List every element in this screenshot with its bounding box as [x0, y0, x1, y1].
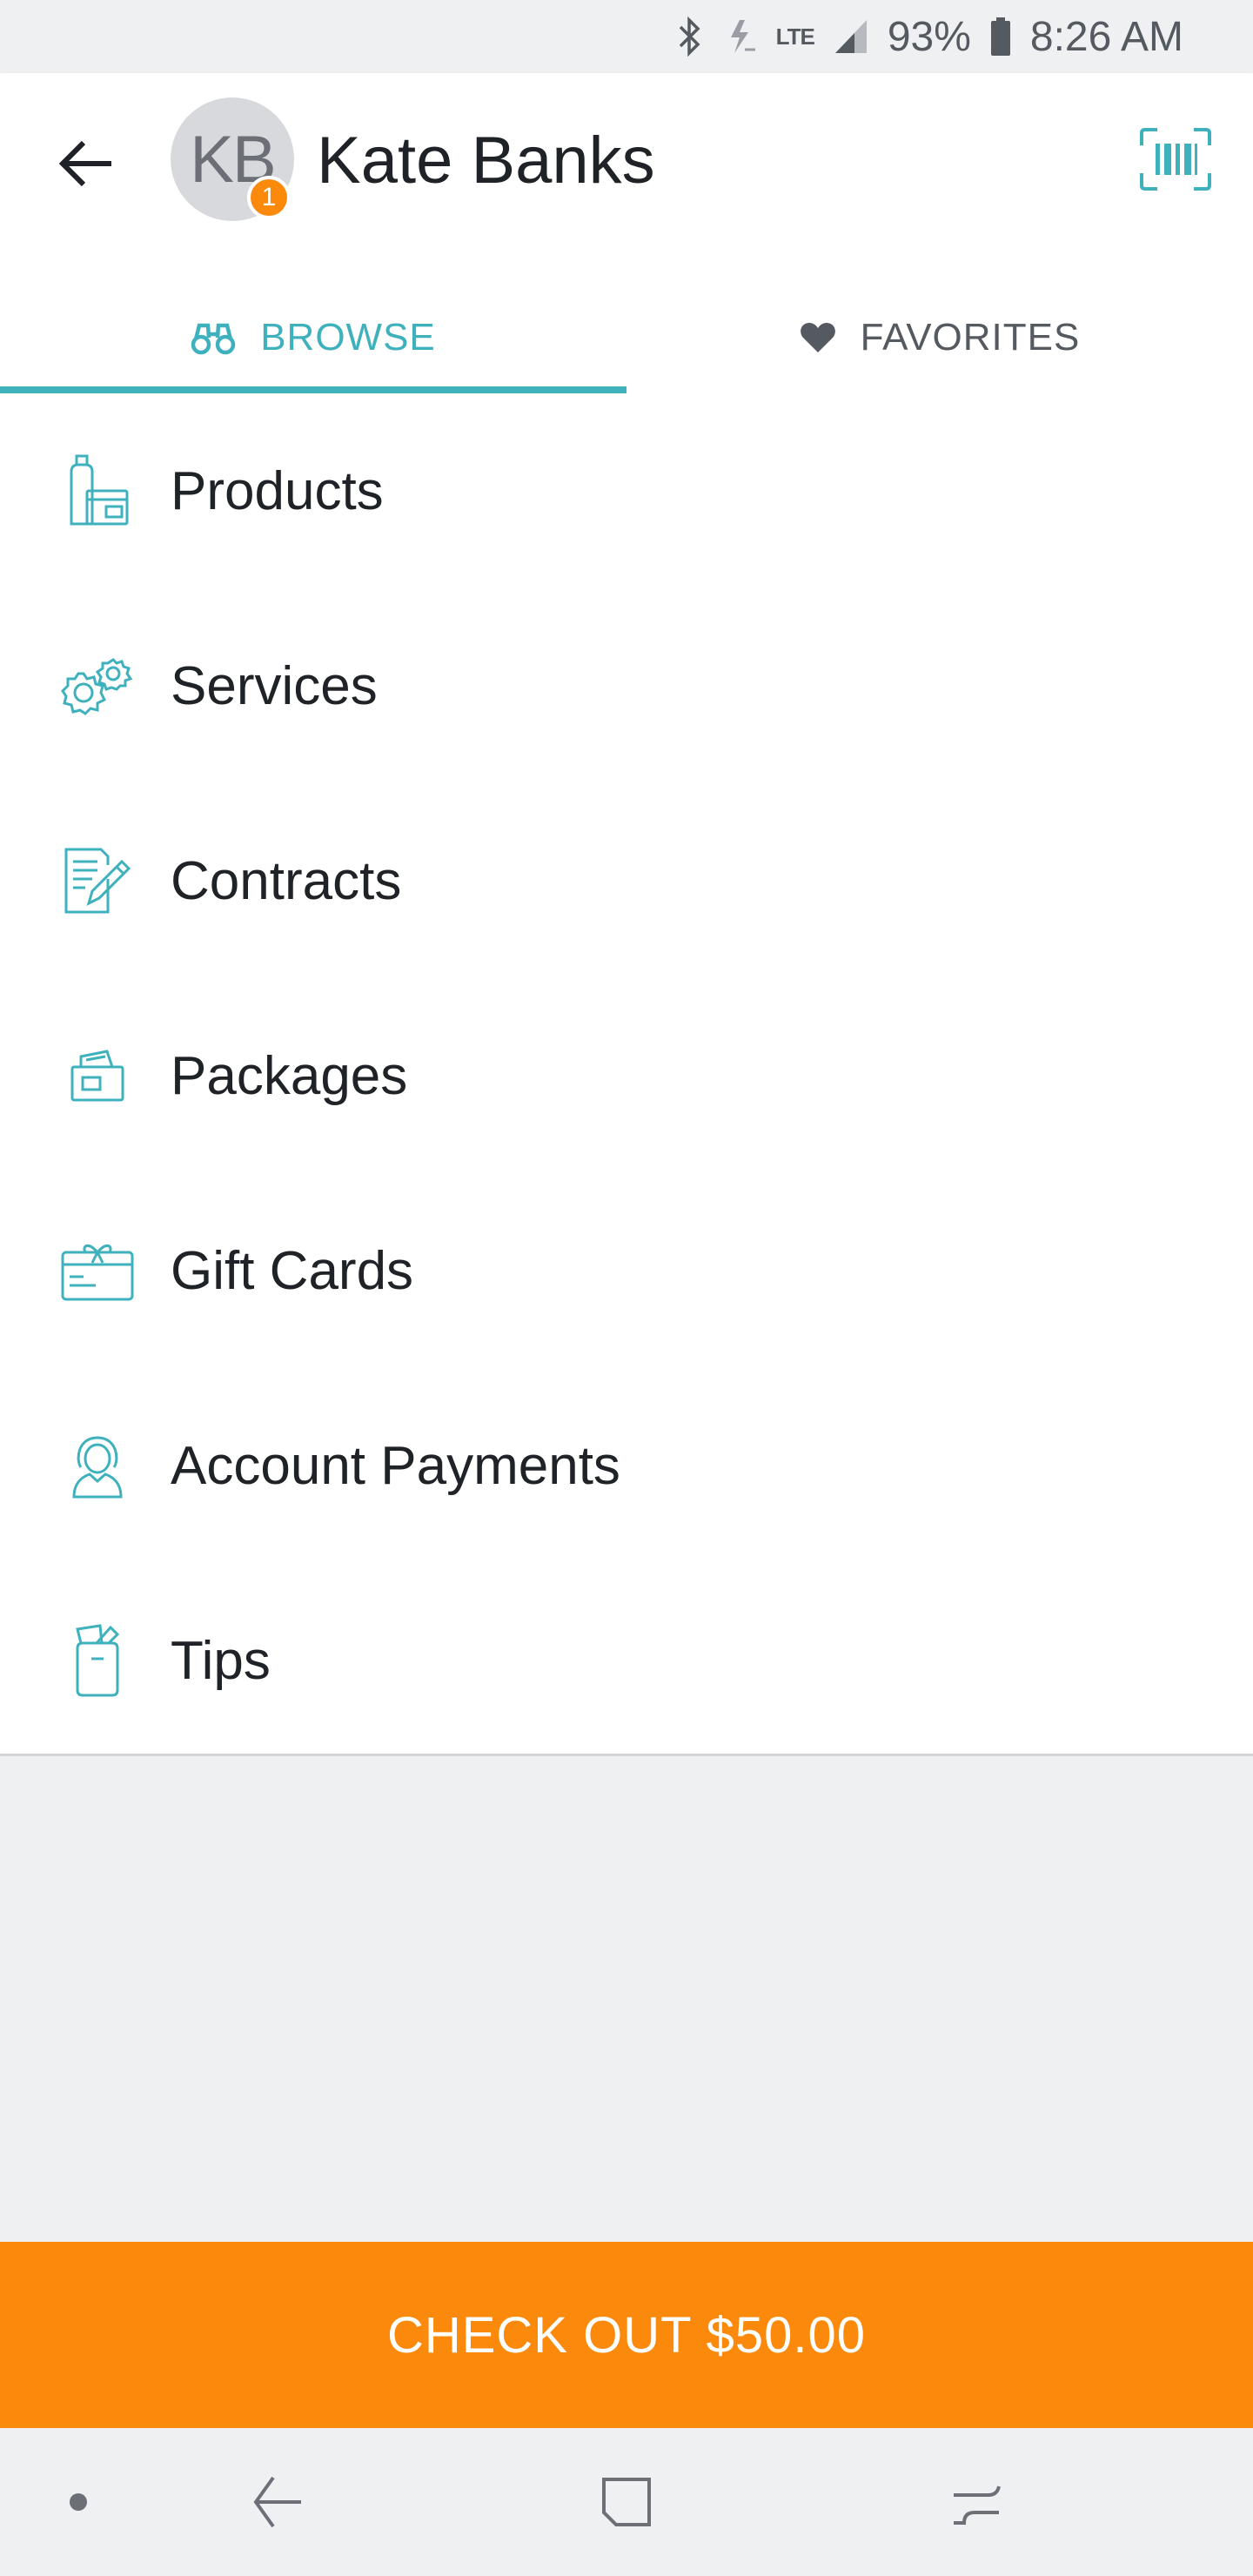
system-nav-bar: [0, 2428, 1253, 2576]
back-nav-icon: [253, 2476, 301, 2528]
recents-nav-icon: [954, 2485, 1001, 2525]
tab-bar: BROWSE FAVORITES: [0, 282, 1253, 393]
tip-jar-icon: [57, 1620, 137, 1701]
menu-item-label: Account Payments: [171, 1435, 620, 1496]
tab-browse[interactable]: BROWSE: [0, 282, 626, 393]
status-bar: LTE 93% 8:26 AM: [0, 0, 1253, 73]
lte-icon: LTE: [775, 23, 815, 50]
tab-favorites-label: FAVORITES: [860, 316, 1081, 359]
data-saver-icon: [722, 17, 757, 57]
barcode-scan-button[interactable]: [1136, 120, 1215, 198]
contract-edit-icon: [57, 841, 137, 921]
home-nav-icon: [602, 2478, 651, 2526]
menu-item-packages[interactable]: Packages: [0, 978, 1253, 1173]
menu-item-account-payments[interactable]: Account Payments: [0, 1368, 1253, 1563]
nav-dot-button[interactable]: [35, 2459, 122, 2546]
account-person-icon: [57, 1426, 137, 1506]
menu-item-gift-cards[interactable]: Gift Cards: [0, 1173, 1253, 1368]
tab-favorites[interactable]: FAVORITES: [626, 282, 1253, 393]
menu-item-contracts[interactable]: Contracts: [0, 783, 1253, 978]
browse-menu-list: Products Services Contracts Packages Gif…: [0, 393, 1253, 1756]
menu-item-label: Tips: [171, 1630, 271, 1691]
back-button[interactable]: [44, 120, 131, 207]
menu-item-services[interactable]: Services: [0, 588, 1253, 783]
nav-recents-button[interactable]: [933, 2459, 1020, 2546]
gears-icon: [57, 646, 137, 726]
back-arrow-icon: [59, 140, 111, 187]
clock: 8:26 AM: [1029, 13, 1183, 60]
checkout-label: CHECK OUT $50.00: [386, 2306, 867, 2364]
barcode-scan-icon: [1140, 128, 1211, 191]
menu-item-tips[interactable]: Tips: [0, 1563, 1253, 1758]
gift-card-icon: [57, 1231, 137, 1311]
battery-percent: 93%: [887, 13, 971, 60]
menu-item-label: Contracts: [171, 850, 402, 911]
heart-icon: [800, 323, 835, 352]
menu-item-label: Packages: [171, 1045, 408, 1106]
products-icon: [57, 451, 137, 531]
nav-back-button[interactable]: [233, 2459, 320, 2546]
menu-item-label: Gift Cards: [171, 1240, 414, 1301]
customer-header: KB 1 Kate Banks BROWSE FAVORITES: [0, 73, 1253, 393]
binoculars-icon: [191, 323, 236, 355]
customer-name: Kate Banks: [317, 124, 655, 198]
dot-icon: [70, 2493, 87, 2511]
menu-item-label: Products: [171, 460, 384, 521]
signal-icon: [834, 18, 868, 55]
menu-item-label: Services: [171, 655, 378, 716]
menu-item-products[interactable]: Products: [0, 393, 1253, 588]
checkout-button[interactable]: CHECK OUT $50.00: [0, 2242, 1253, 2428]
bluetooth-icon: [677, 17, 703, 57]
nav-home-button[interactable]: [583, 2459, 670, 2546]
tab-browse-label: BROWSE: [260, 316, 436, 359]
battery-icon: [990, 17, 1011, 57]
package-icon: [57, 1036, 137, 1116]
notification-badge: 1: [247, 176, 291, 219]
